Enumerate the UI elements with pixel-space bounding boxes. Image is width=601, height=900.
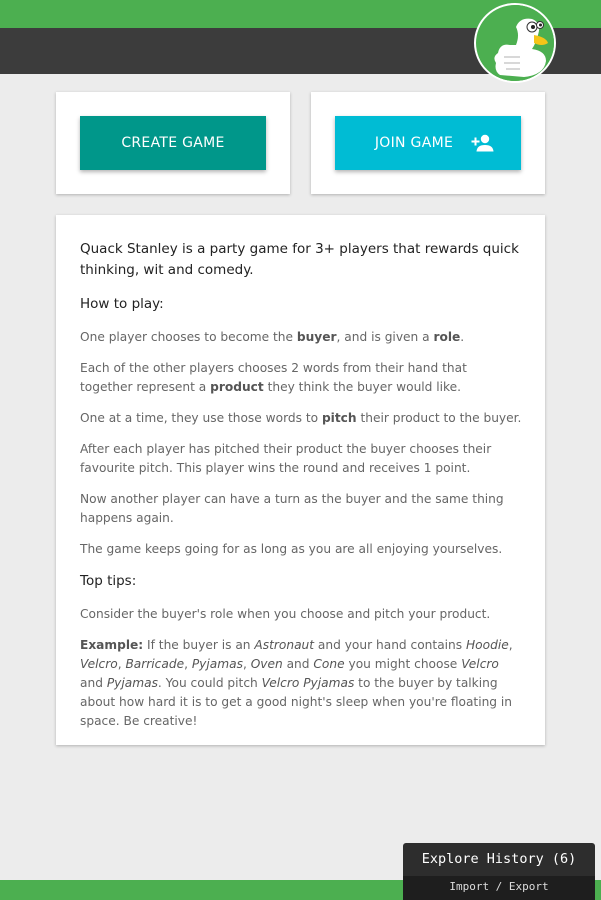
tip-text: Consider the buyer's role when you choos… <box>80 607 491 621</box>
rule-step: Each of the other players chooses 2 word… <box>80 361 467 394</box>
person-add-icon <box>471 134 494 152</box>
import-export-button[interactable]: Import / Export <box>403 876 595 900</box>
rule-step: After each player has pitched their prod… <box>80 442 492 475</box>
join-game-card: JOIN GAME <box>311 92 545 194</box>
rule-step: One player chooses to become the buyer, … <box>80 330 465 344</box>
rule-step: Now another player can have a turn as th… <box>80 492 504 525</box>
create-game-button[interactable]: CREATE GAME <box>80 116 266 170</box>
join-game-label: JOIN GAME <box>374 135 454 151</box>
how-to-play-heading: How to play: <box>80 296 164 312</box>
top-tips-heading: Top tips: <box>80 573 137 589</box>
tip-example: Example: If the buyer is an Astronaut an… <box>80 638 513 728</box>
duck-thumbs-up-icon[interactable] <box>474 3 556 83</box>
rules-card: Quack Stanley is a party game for 3+ pla… <box>56 215 545 745</box>
create-game-card: CREATE GAME <box>56 92 290 194</box>
explore-history-panel[interactable]: Explore History (6) Import / Export <box>403 843 595 900</box>
create-game-label: CREATE GAME <box>121 135 225 151</box>
rule-step: One at a time, they use those words to p… <box>80 411 522 425</box>
explore-history-button[interactable]: Explore History (6) <box>403 843 595 876</box>
join-game-button[interactable]: JOIN GAME <box>335 116 521 170</box>
game-intro: Quack Stanley is a party game for 3+ pla… <box>80 241 519 278</box>
rule-step: The game keeps going for as long as you … <box>80 542 503 556</box>
